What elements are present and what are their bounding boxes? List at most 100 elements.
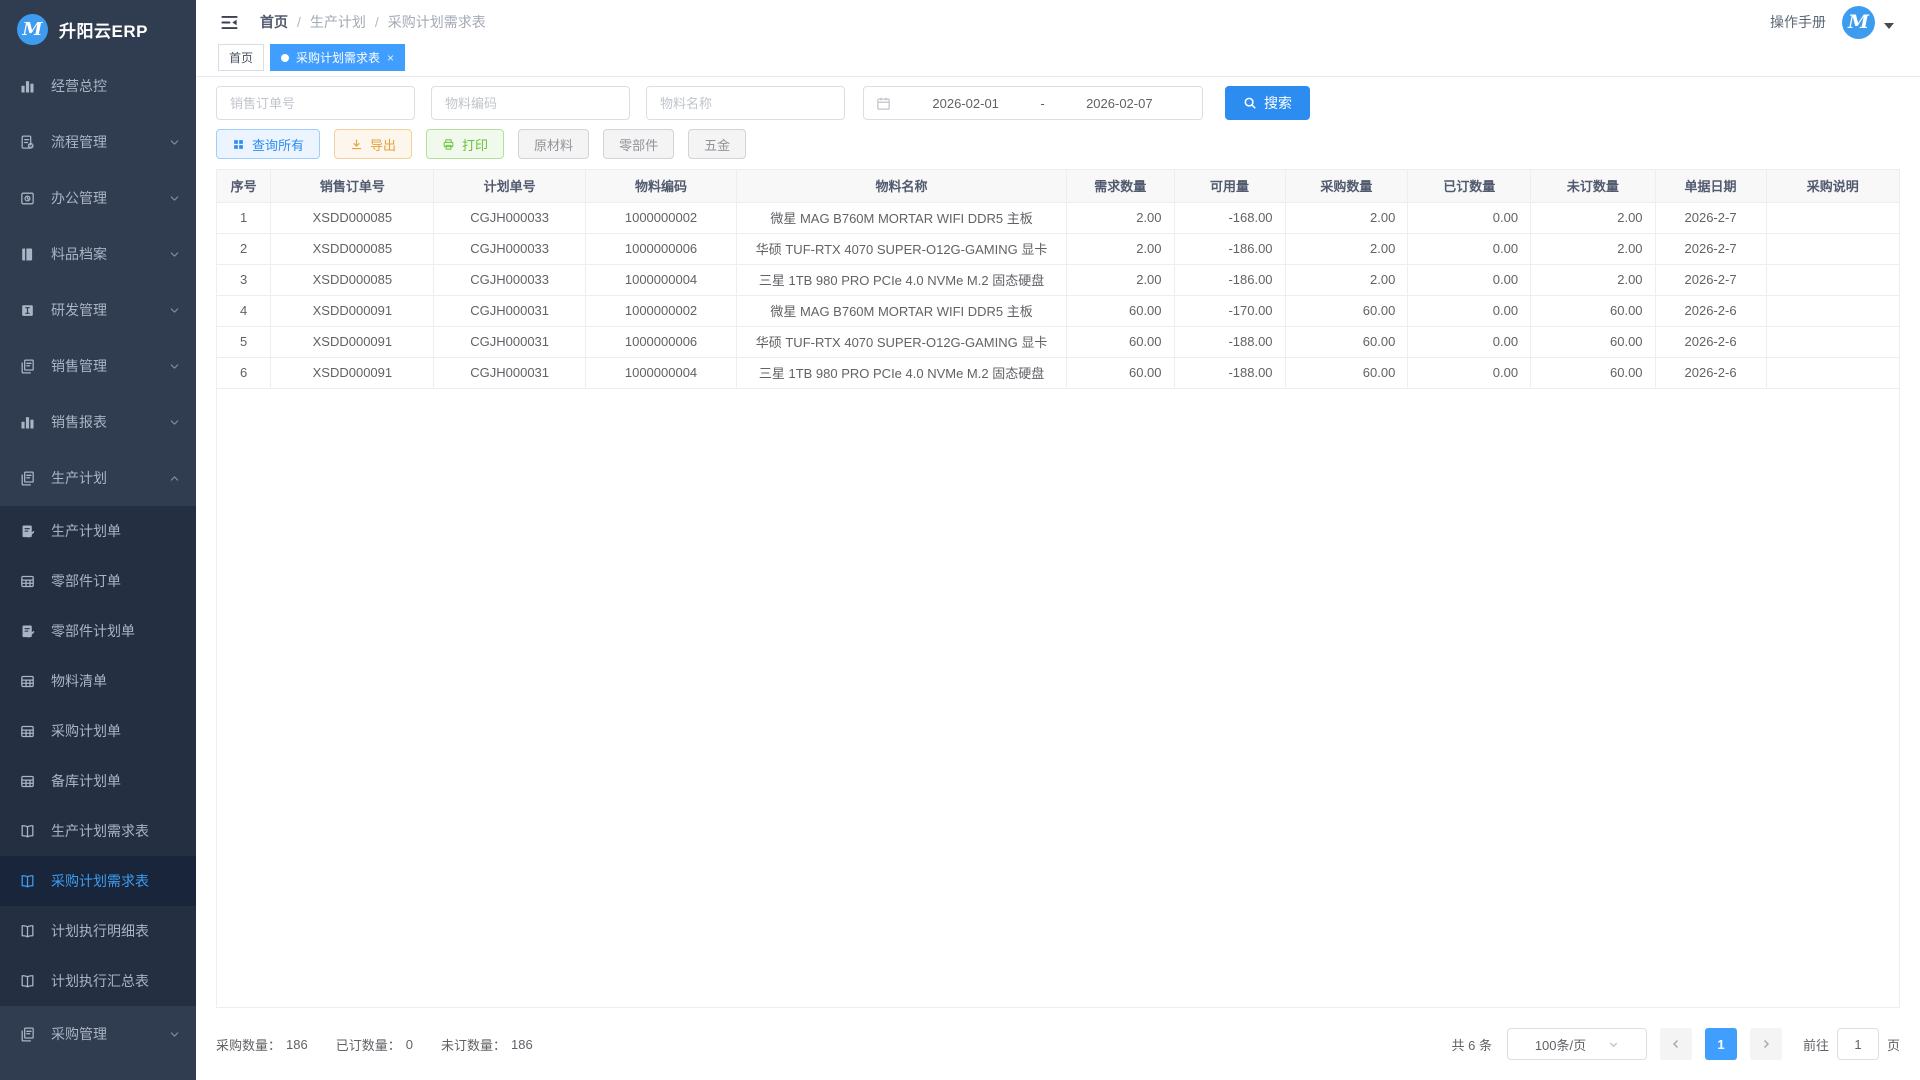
table-row[interactable]: 4XSDD000091CGJH0000311000000002微星 MAG B7…	[217, 295, 1899, 326]
close-tab-icon[interactable]: ×	[387, 52, 394, 64]
page-number-button[interactable]: 1	[1705, 1028, 1737, 1060]
breadcrumb-item[interactable]: 首页	[260, 12, 288, 32]
table-row[interactable]: 5XSDD000091CGJH0000311000000006华硕 TUF-RT…	[217, 326, 1899, 357]
goto-label: 前往	[1803, 1035, 1829, 1054]
open-book-icon	[19, 923, 36, 940]
stat-label: 采购数量：	[216, 1035, 281, 1054]
active-tab-dot-icon	[281, 54, 289, 62]
summary-stat: 未订数量：186	[441, 1035, 533, 1054]
table-cell: 0.00	[1408, 202, 1531, 233]
topbar-right: 操作手册 M	[1770, 6, 1894, 39]
table-cell: 华硕 TUF-RTX 4070 SUPER-O12G-GAMING 显卡	[737, 233, 1067, 264]
open-book-icon	[19, 823, 36, 840]
table-cell: 60.00	[1066, 295, 1174, 326]
table-row[interactable]: 6XSDD000091CGJH0000311000000004三星 1TB 98…	[217, 357, 1899, 388]
sidebar-item-车间设置[interactable]: 车间设置	[0, 1062, 196, 1080]
toolbar-button-零部件[interactable]: 零部件	[603, 129, 674, 159]
grid-table-icon	[19, 573, 36, 590]
sales-order-input[interactable]	[216, 86, 415, 120]
table-cell	[1766, 264, 1899, 295]
breadcrumb-item[interactable]: 生产计划	[310, 12, 366, 32]
sidebar-item-label: 办公管理	[51, 188, 169, 208]
table-cell: 2.00	[1531, 264, 1655, 295]
user-avatar[interactable]: M	[1842, 6, 1875, 39]
sidebar-item-生产计划[interactable]: 生产计划	[0, 450, 196, 506]
date-start-input[interactable]	[895, 96, 1036, 111]
sidebar: M 升阳云ERP 经营总控流程管理办公管理料品档案研发管理销售管理销售报表生产计…	[0, 0, 196, 1080]
tab-首页[interactable]: 首页	[218, 44, 264, 71]
table-row[interactable]: 3XSDD000085CGJH0000331000000004三星 1TB 98…	[217, 264, 1899, 295]
table-row[interactable]: 1XSDD000085CGJH0000331000000002微星 MAG B7…	[217, 202, 1899, 233]
date-range-picker[interactable]: -	[863, 86, 1203, 120]
chevron-up-icon	[169, 473, 180, 484]
table-cell: 三星 1TB 980 PRO PCIe 4.0 NVMe M.2 固态硬盘	[737, 357, 1067, 388]
sidebar-item-采购管理[interactable]: 采购管理	[0, 1006, 196, 1062]
toolbar-button-导出[interactable]: 导出	[334, 129, 412, 159]
column-header-计划单号: 计划单号	[434, 170, 585, 202]
goto-page-input[interactable]	[1837, 1028, 1879, 1060]
sidebar-item-零部件计划单[interactable]: 零部件计划单	[0, 606, 196, 656]
chevron-down-icon	[169, 249, 180, 260]
sidebar-item-流程管理[interactable]: 流程管理	[0, 114, 196, 170]
next-page-button[interactable]	[1750, 1028, 1782, 1060]
toolbar-button-查询所有[interactable]: 查询所有	[216, 129, 320, 159]
toolbar-button-label: 原材料	[534, 135, 573, 154]
table-cell: -188.00	[1174, 357, 1285, 388]
table-cell: 2026-2-6	[1655, 326, 1766, 357]
table-cell: 0.00	[1408, 233, 1531, 264]
date-end-input[interactable]	[1049, 96, 1190, 111]
table-row[interactable]: 2XSDD000085CGJH0000331000000006华硕 TUF-RT…	[217, 233, 1899, 264]
prev-page-button[interactable]	[1660, 1028, 1692, 1060]
table-toolbar: 查询所有导出 打印 原材料 零部件五金	[196, 120, 1920, 169]
open-book-icon	[19, 873, 36, 890]
sidebar-item-料品档案[interactable]: 料品档案	[0, 226, 196, 282]
material-name-input[interactable]	[646, 86, 845, 120]
sidebar-item-物料清单[interactable]: 物料清单	[0, 656, 196, 706]
grid-table-icon	[19, 773, 36, 790]
sidebar-item-计划执行汇总表[interactable]: 计划执行汇总表	[0, 956, 196, 1006]
material-code-input[interactable]	[431, 86, 630, 120]
column-header-采购数量: 采购数量	[1285, 170, 1408, 202]
sidebar-item-研发管理[interactable]: 研发管理	[0, 282, 196, 338]
toolbar-button-label: 打印	[462, 135, 488, 154]
sidebar-item-采购计划单[interactable]: 采购计划单	[0, 706, 196, 756]
sidebar-item-label: 流程管理	[51, 132, 169, 152]
page-size-select[interactable]: 100条/页	[1507, 1028, 1647, 1060]
download-icon	[350, 138, 363, 151]
table-cell: 60.00	[1531, 357, 1655, 388]
sales-doc-icon	[19, 358, 36, 375]
flow-doc-icon	[19, 134, 36, 151]
sidebar-item-采购计划需求表[interactable]: 采购计划需求表	[0, 856, 196, 906]
sidebar-item-计划执行明细表[interactable]: 计划执行明细表	[0, 906, 196, 956]
table-cell: XSDD000085	[271, 233, 434, 264]
table-cell: 微星 MAG B760M MORTAR WIFI DDR5 主板	[737, 202, 1067, 233]
table-cell: 60.00	[1285, 357, 1408, 388]
search-button[interactable]: 搜索	[1225, 86, 1310, 120]
sidebar-item-经营总控[interactable]: 经营总控	[0, 58, 196, 114]
table-cell: 1000000006	[585, 233, 736, 264]
tab-采购计划需求表[interactable]: 采购计划需求表×	[270, 44, 405, 71]
filter-bar: - 搜索	[196, 77, 1920, 120]
table-cell	[1766, 326, 1899, 357]
sidebar-item-办公管理[interactable]: 办公管理	[0, 170, 196, 226]
sidebar-item-销售报表[interactable]: 销售报表	[0, 394, 196, 450]
sidebar-item-零部件订单[interactable]: 零部件订单	[0, 556, 196, 606]
toolbar-button-打印[interactable]: 打印	[426, 129, 504, 159]
toolbar-button-原材料[interactable]: 原材料	[518, 129, 589, 159]
sidebar-item-备库计划单[interactable]: 备库计划单	[0, 756, 196, 806]
summary-stats: 采购数量：186已订数量：0未订数量：186	[216, 1035, 533, 1054]
printer-icon	[442, 138, 455, 151]
chevron-down-icon	[1608, 1039, 1619, 1050]
table-cell: CGJH000031	[434, 357, 585, 388]
sidebar-item-生产计划单[interactable]: 生产计划单	[0, 506, 196, 556]
sidebar-item-销售管理[interactable]: 销售管理	[0, 338, 196, 394]
user-menu-caret-icon[interactable]	[1884, 23, 1894, 29]
table-cell: 2026-2-7	[1655, 264, 1766, 295]
sidebar-item-label: 计划执行汇总表	[51, 971, 180, 991]
table-cell: CGJH000031	[434, 295, 585, 326]
manual-link[interactable]: 操作手册	[1770, 12, 1826, 32]
collapse-sidebar-icon[interactable]	[220, 13, 239, 32]
stat-value: 0	[406, 1037, 413, 1052]
toolbar-button-五金[interactable]: 五金	[688, 129, 746, 159]
sidebar-item-生产计划需求表[interactable]: 生产计划需求表	[0, 806, 196, 856]
